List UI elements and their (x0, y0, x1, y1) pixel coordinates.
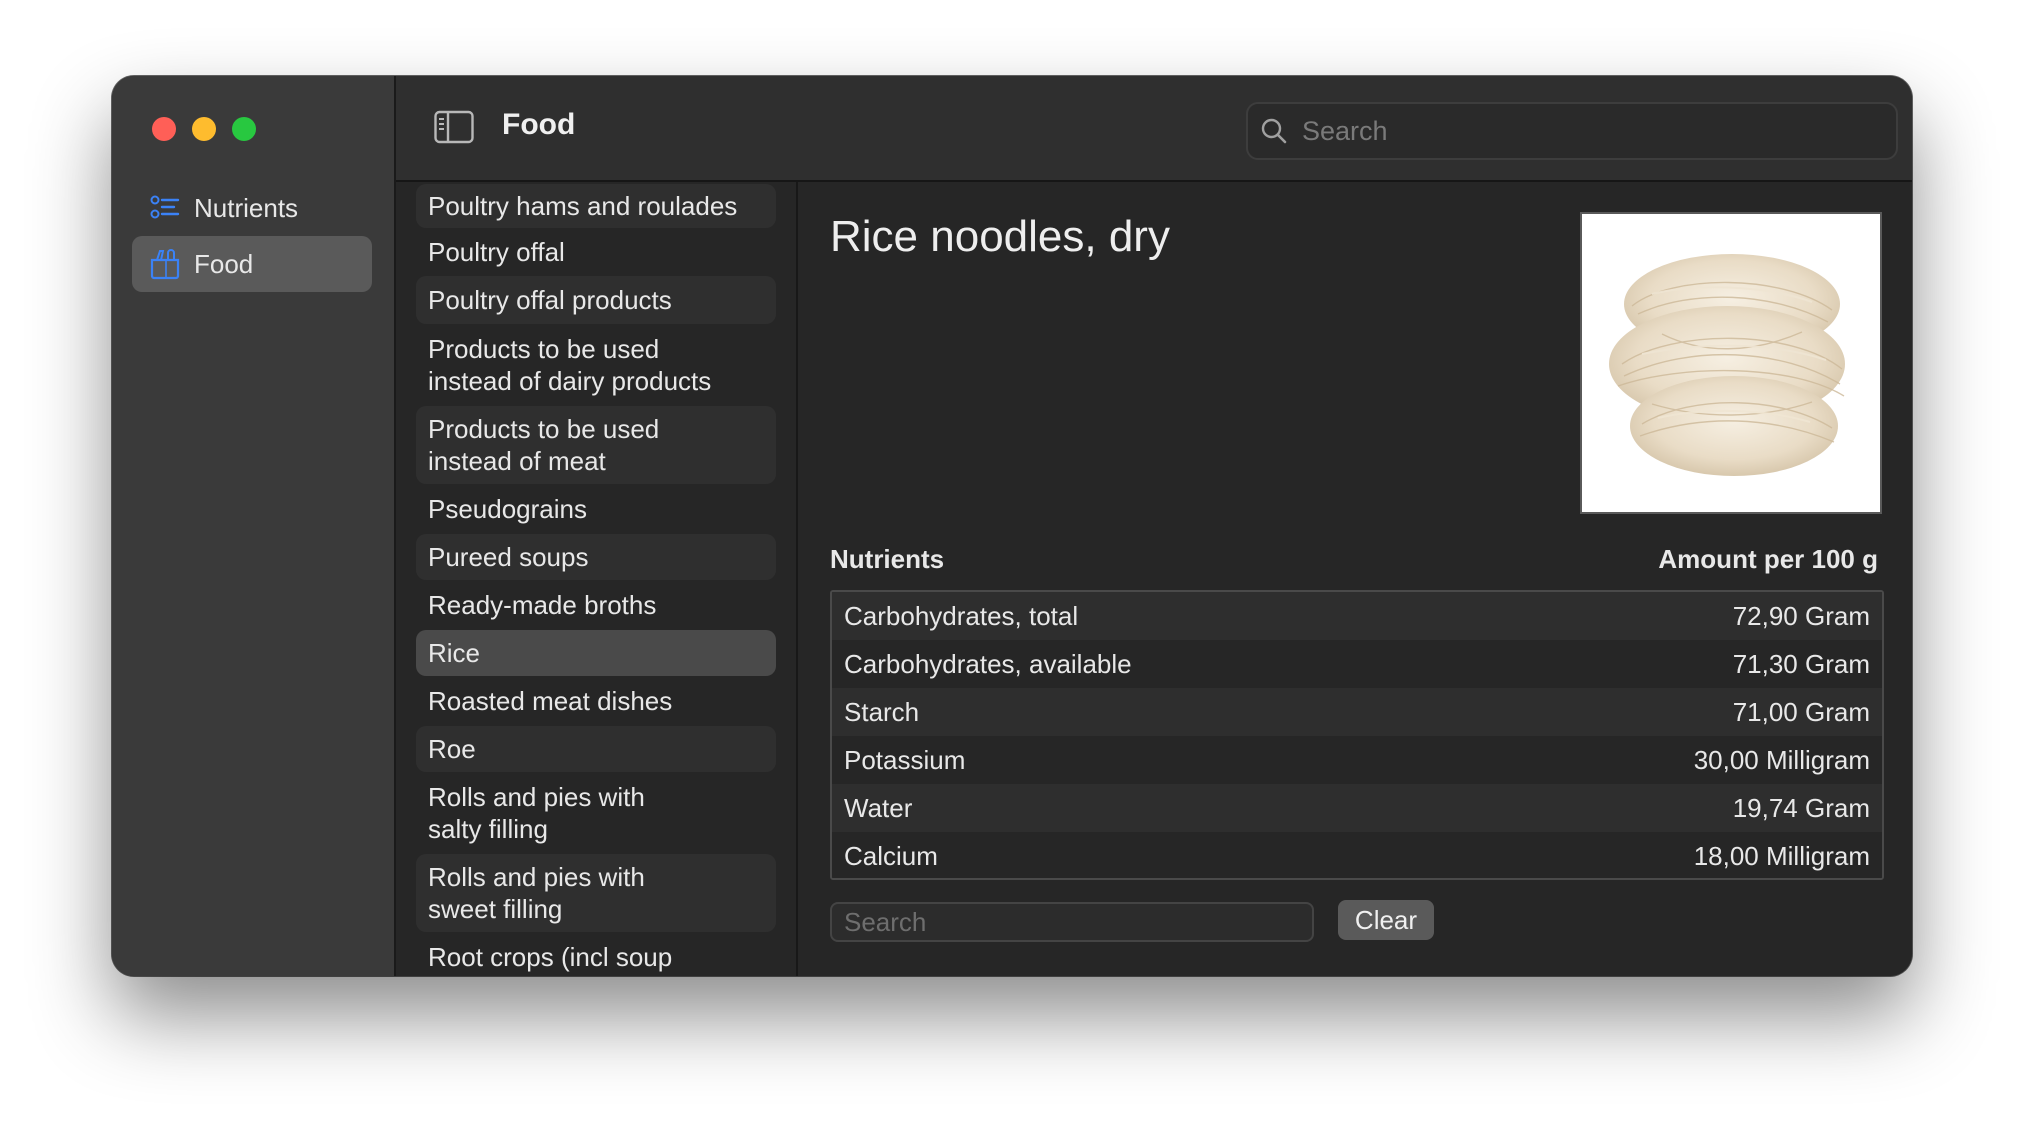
page-title: Food (502, 108, 576, 141)
list-item[interactable]: Rolls and pies with salty filling (416, 774, 776, 852)
list-item[interactable]: Poultry offal (416, 230, 776, 274)
food-image (1580, 212, 1882, 514)
list-item[interactable]: Products to be used instead of meat (416, 406, 776, 484)
food-title: Rice noodles, dry (830, 212, 1170, 261)
nutrient-name: Water (844, 792, 913, 823)
list-item-label: Pureed soups (428, 542, 589, 572)
nutrients-table[interactable]: Carbohydrates, total 72,90 Gram Carbohyd… (830, 590, 1884, 880)
food-basket-icon (150, 249, 180, 280)
amount-column-header: Amount per 100 g (1658, 544, 1878, 574)
list-item[interactable]: Poultry offal products (416, 276, 776, 324)
list-item-label: Rice (428, 638, 481, 668)
nutrient-amount: 19,74 Gram (1732, 792, 1870, 823)
sidebar-item-nutrients[interactable]: Nutrients (132, 180, 372, 236)
nutrient-name: Carbohydrates, available (844, 648, 1132, 679)
nutrient-name: Starch (844, 696, 920, 727)
table-row[interactable]: Carbohydrates, available 71,30 Gram (832, 640, 1882, 688)
nutrient-name: Carbohydrates, total (844, 600, 1079, 631)
list-item[interactable]: Pseudograins (416, 486, 776, 532)
list-item[interactable]: Roasted meat dishes (416, 678, 776, 724)
list-item[interactable]: Poultry hams and roulades (416, 184, 776, 228)
nutrient-name: Potassium (844, 744, 966, 775)
category-list[interactable]: Poultry hams and roulades Poultry offal … (396, 182, 798, 976)
table-row[interactable]: Water 19,74 Gram (832, 784, 1882, 832)
sidebar-item-label: Food (194, 248, 254, 279)
table-row[interactable]: Starch 71,00 Gram (832, 688, 1882, 736)
list-item[interactable]: Ready-made broths (416, 582, 776, 628)
close-button[interactable] (152, 117, 176, 141)
zoom-button[interactable] (232, 117, 256, 141)
list-item-selected[interactable]: Rice (416, 630, 776, 676)
window-controls (152, 117, 256, 141)
sidebar-item-food[interactable]: Food (132, 236, 372, 292)
nutrient-amount: 72,90 Gram (1732, 600, 1870, 631)
list-item-label: Roasted meat dishes (428, 686, 673, 716)
list-item-label: Poultry offal (428, 237, 565, 267)
list-item-label: Rolls and pies with sweet filling (428, 862, 645, 924)
list-item-label: Poultry hams and roulades (428, 191, 738, 221)
sidebar: Nutrients Food (112, 76, 396, 976)
list-item-label: Rolls and pies with salty filling (428, 782, 645, 844)
search-placeholder: Search (1302, 115, 1388, 146)
toolbar: Food Search (396, 76, 1912, 182)
nutrient-amount: 30,00 Milligram (1693, 744, 1870, 775)
search-icon (1261, 118, 1287, 144)
sidebar-toggle-icon[interactable] (434, 110, 474, 144)
nutrient-amount: 18,00 Milligram (1693, 840, 1870, 871)
list-item[interactable]: Roe (416, 726, 776, 772)
nutrient-amount: 71,00 Gram (1732, 696, 1870, 727)
nutrient-name: Calcium (844, 840, 938, 871)
list-icon (150, 195, 180, 219)
app-window: Nutrients Food Food Search Poultry hams … (112, 76, 1912, 976)
list-item-label: Pseudograins (428, 494, 587, 524)
list-item[interactable]: Products to be used instead of dairy pro… (416, 326, 776, 404)
toolbar-search-field[interactable]: Search (1246, 102, 1898, 160)
rice-noodles-image (1609, 254, 1845, 476)
search-placeholder: Search (844, 906, 927, 937)
list-item-label: Ready-made broths (428, 590, 657, 620)
list-item[interactable]: Rolls and pies with sweet filling (416, 854, 776, 932)
list-item-label: Root crops (incl soup (428, 942, 673, 972)
nutrients-column-header: Nutrients (830, 544, 945, 574)
list-item-label: Poultry offal products (428, 285, 672, 315)
list-item[interactable]: Pureed soups (416, 534, 776, 580)
nutrient-amount: 71,30 Gram (1732, 648, 1870, 679)
list-item[interactable]: Root crops (incl soup (416, 934, 776, 976)
list-item-label: Products to be used instead of dairy pro… (428, 334, 712, 396)
detail-pane: Rice noodles, dry Nutrients Amount per 1… (798, 182, 1912, 976)
nutrient-search-input[interactable]: Search (830, 902, 1314, 942)
minimize-button[interactable] (192, 117, 216, 141)
list-item-label: Products to be used instead of meat (428, 414, 660, 476)
table-row[interactable]: Potassium 30,00 Milligram (832, 736, 1882, 784)
table-row[interactable]: Carbohydrates, total 72,90 Gram (832, 592, 1882, 640)
clear-button[interactable]: Clear (1338, 900, 1434, 940)
table-row[interactable]: Calcium 18,00 Milligram (832, 832, 1882, 878)
list-item-label: Roe (428, 734, 476, 764)
sidebar-item-label: Nutrients (194, 192, 299, 223)
